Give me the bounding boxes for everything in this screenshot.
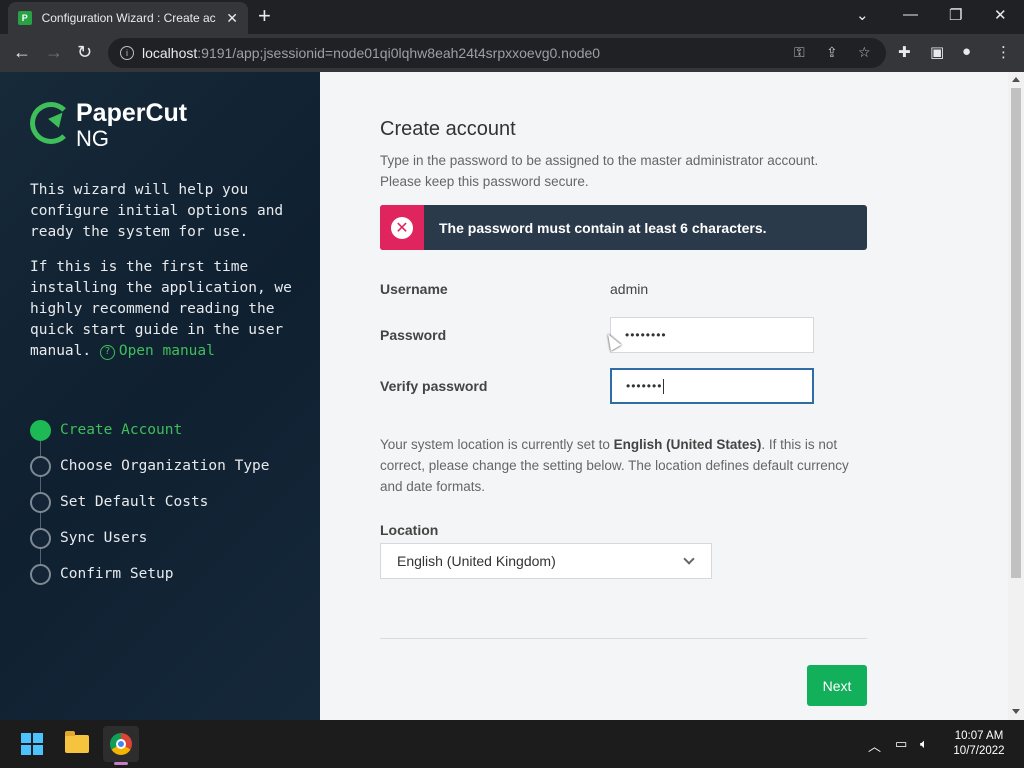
taskbar-clock[interactable]: 10:07 AM 10/7/2022 xyxy=(944,729,1014,759)
wizard-step: Confirm Setup xyxy=(30,556,310,592)
browser-tab[interactable]: P Configuration Wizard : Create ac ✕ xyxy=(8,2,248,34)
verify-password-field[interactable]: ••••••• xyxy=(610,368,814,404)
page-description: Type in the password to be assigned to t… xyxy=(380,153,819,189)
scroll-thumb[interactable] xyxy=(1011,88,1021,578)
url-host: localhost xyxy=(142,45,198,61)
show-hidden-icons-chevron-icon[interactable]: ︿ xyxy=(868,736,881,755)
windows-start-icon[interactable] xyxy=(14,726,50,762)
scroll-down-icon[interactable] xyxy=(1012,709,1020,714)
site-info-icon[interactable]: i xyxy=(120,46,134,60)
clock-time: 10:07 AM xyxy=(954,730,1004,742)
divider xyxy=(380,638,867,639)
bookmark-star-icon[interactable]: ☆ xyxy=(858,44,871,61)
file-explorer-icon[interactable] xyxy=(59,726,95,762)
password-field[interactable]: •••••••• xyxy=(610,317,814,353)
help-circle-icon: ? xyxy=(99,345,115,360)
main-content: Create account Type in the password to b… xyxy=(320,72,1008,720)
clock-date: 10/7/2022 xyxy=(953,745,1005,757)
minimize-icon[interactable]: — xyxy=(903,6,918,23)
tab-search-chevron-icon[interactable]: ⌄ xyxy=(856,6,869,24)
location-select[interactable]: English (United Kingdom) xyxy=(380,543,712,579)
wizard-step: Set Default Costs xyxy=(30,484,310,520)
wizard-step-label: Create Account xyxy=(60,422,183,438)
page-scrollbar[interactable] xyxy=(1008,72,1024,720)
wizard-sidebar: PaperCut NG This wizard will help you co… xyxy=(0,72,320,720)
text-caret xyxy=(663,378,665,394)
scroll-up-icon[interactable] xyxy=(1012,77,1020,82)
back-arrow-icon[interactable]: ← xyxy=(13,42,31,62)
active-app-indicator xyxy=(114,762,128,765)
next-button[interactable]: Next xyxy=(807,665,867,706)
key-icon[interactable]: ⚿ xyxy=(794,44,805,61)
windows-taskbar: ︿ ▭ 🔈︎ xyxy=(0,720,1024,768)
step-dot-icon xyxy=(30,563,51,585)
location-label: Location xyxy=(380,522,439,538)
error-x-icon: ✕ xyxy=(391,216,413,239)
intro-paragraph-2: If this is the first time installing the… xyxy=(30,259,292,360)
page-title: Create account xyxy=(380,118,516,140)
error-message: The password must contain at least 6 cha… xyxy=(439,219,767,236)
username-label: Username xyxy=(380,281,448,297)
chrome-taskbar-icon[interactable] xyxy=(103,726,139,762)
step-dot-icon xyxy=(30,491,51,513)
logo-brand: PaperCut xyxy=(76,99,188,127)
logo-suffix: NG xyxy=(76,126,109,151)
tab-title: Configuration Wizard : Create ac xyxy=(41,11,216,25)
tab-close-icon[interactable]: ✕ xyxy=(226,10,238,27)
open-manual-link[interactable]: ? Open manual xyxy=(99,343,215,360)
password-label: Password xyxy=(380,327,447,343)
network-icon[interactable]: ▭ xyxy=(895,736,907,752)
wizard-steps: Create Account Choose Organization Type Se… xyxy=(30,412,310,592)
side-panel-icon[interactable]: ▣ xyxy=(930,43,944,61)
wizard-step: Sync Users xyxy=(30,520,310,556)
forward-arrow-icon[interactable]: → xyxy=(45,42,63,62)
papercut-logo: PaperCut NG xyxy=(30,99,188,151)
wizard-step: Create Account xyxy=(30,412,310,448)
wizard-intro: This wizard will help you configure init… xyxy=(30,180,300,376)
chevron-down-icon xyxy=(683,553,695,565)
wizard-step: Choose Organization Type xyxy=(30,448,310,484)
username-value: admin xyxy=(610,281,649,297)
extensions-puzzle-icon[interactable]: ✚ xyxy=(898,43,911,61)
wizard-step-label: Sync Users xyxy=(60,530,148,546)
step-dot-icon xyxy=(30,455,51,477)
share-icon[interactable]: ⇪ xyxy=(826,44,838,61)
wizard-step-label: Choose Organization Type xyxy=(60,458,270,474)
close-window-icon[interactable]: ✕ xyxy=(994,6,1007,24)
location-description: Your system location is currently set to… xyxy=(380,437,849,494)
browser-titlebar: P Configuration Wizard : Create ac ✕ + ⌄… xyxy=(0,0,1024,34)
papercut-logo-icon xyxy=(30,102,72,144)
browser-toolbar: ← → ↻ i localhost :9191/app;jsessionid=n… xyxy=(0,34,1024,72)
location-selected-value: English (United Kingdom) xyxy=(397,553,556,569)
papercut-favicon-icon: P xyxy=(18,11,32,25)
profile-avatar-icon[interactable]: ● xyxy=(962,43,971,60)
step-dot-icon xyxy=(30,527,51,549)
url-path: :9191/app;jsessionid=node01qi0lqhw8eah24… xyxy=(197,45,601,61)
wizard-step-label: Set Default Costs xyxy=(60,494,209,510)
step-active-dot-icon xyxy=(30,419,51,441)
reload-icon[interactable]: ↻ xyxy=(77,42,92,62)
wizard-step-label: Confirm Setup xyxy=(60,566,174,582)
address-bar[interactable]: i localhost :9191/app;jsessionid=node01q… xyxy=(108,38,886,68)
verify-password-label: Verify password xyxy=(380,378,488,394)
volume-icon[interactable]: 🔈︎ xyxy=(920,736,928,752)
new-tab-icon[interactable]: + xyxy=(258,5,271,27)
intro-paragraph-1: This wizard will help you configure init… xyxy=(30,182,284,240)
menu-kebab-icon[interactable]: ⋮ xyxy=(996,43,1011,61)
error-alert: ✕ The password must contain at least 6 c… xyxy=(380,205,867,250)
restore-icon[interactable]: ❐ xyxy=(949,6,962,24)
